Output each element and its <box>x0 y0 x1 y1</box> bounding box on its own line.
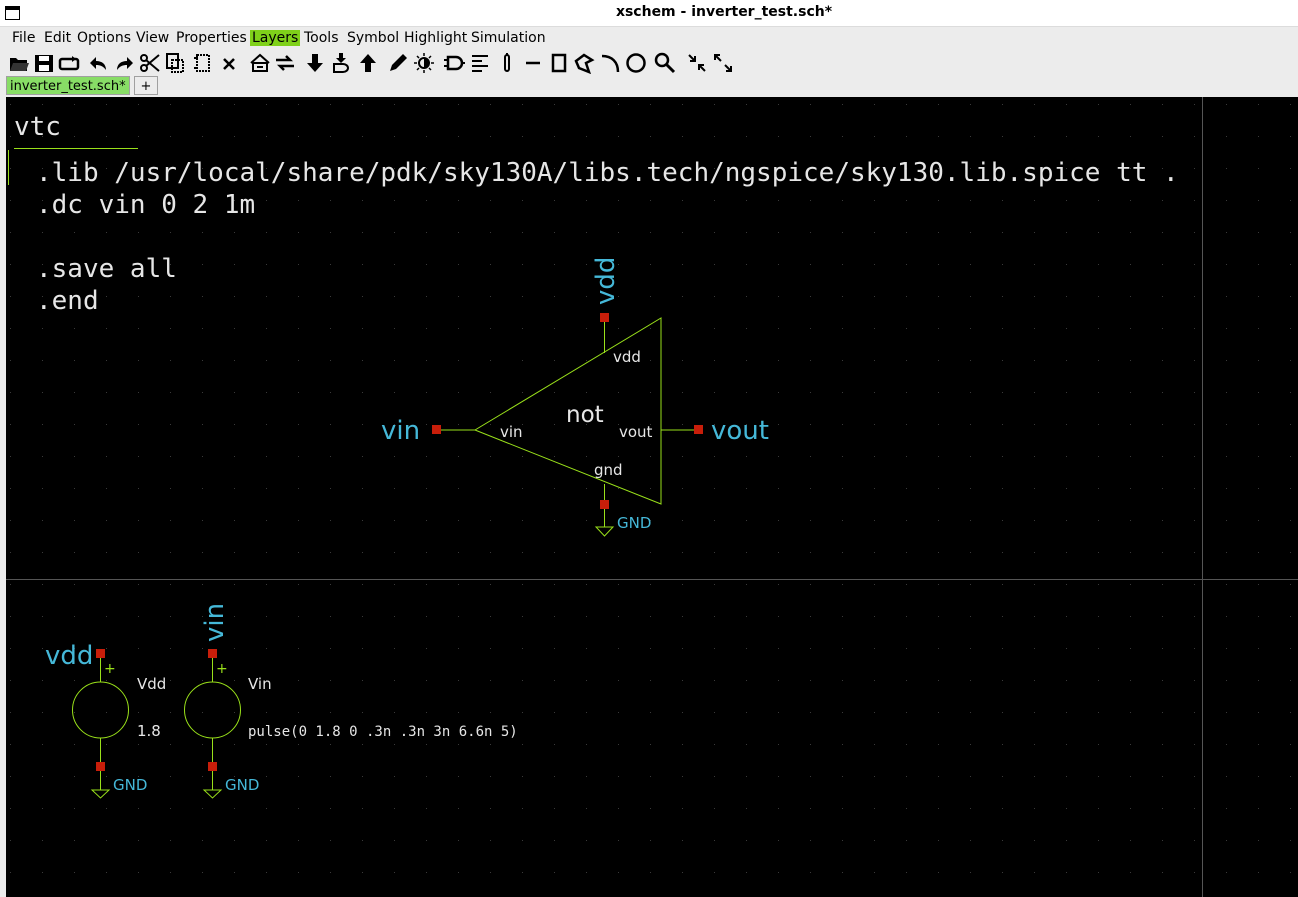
schematic-drawing: vtc .lib /usr/local/share/pdk/sky130A/li… <box>6 97 1298 897</box>
menu-tools[interactable]: Tools <box>304 30 339 46</box>
descend-icon[interactable] <box>304 52 326 74</box>
code-line-4: .save all <box>36 254 177 284</box>
menu-view[interactable]: View <box>136 30 169 46</box>
align-icon[interactable] <box>469 52 491 74</box>
pin-label-vout: vout <box>619 423 653 441</box>
zoom-in-icon[interactable] <box>686 52 708 74</box>
move-icon[interactable] <box>192 52 214 74</box>
arc-icon[interactable] <box>599 52 621 74</box>
netlist-title: vtc <box>14 112 61 142</box>
menu-options[interactable]: Options <box>77 30 131 46</box>
pin-label-vdd: vdd <box>613 348 641 366</box>
add-tab-button[interactable]: + <box>134 76 158 95</box>
vdd-source-name: Vdd <box>137 675 166 693</box>
vdd-source-pin-plus[interactable] <box>96 649 105 658</box>
inverter-name: not <box>566 402 604 428</box>
net-label-vout: vout <box>711 416 769 446</box>
tab-bar: inverter_test.sch* + <box>6 76 1298 96</box>
pin-label-vin: vin <box>500 423 523 441</box>
highlight-icon[interactable] <box>413 52 435 74</box>
edit-wire-icon[interactable] <box>387 52 409 74</box>
vdd-source-pin-minus[interactable] <box>96 762 105 771</box>
schematic-canvas[interactable]: vtc .lib /usr/local/share/pdk/sky130A/li… <box>6 97 1298 897</box>
reload-icon[interactable] <box>58 52 80 74</box>
vin-source-pin-minus[interactable] <box>208 762 217 771</box>
pin-square-vout[interactable] <box>694 425 703 434</box>
line-icon[interactable] <box>522 52 544 74</box>
redo-icon[interactable] <box>113 52 135 74</box>
toolbar <box>6 50 1298 76</box>
circle-icon[interactable] <box>625 52 647 74</box>
tab-inverter-test[interactable]: inverter_test.sch* <box>6 76 130 95</box>
zoom-icon[interactable] <box>654 52 676 74</box>
vin-source-gnd: GND <box>225 776 259 794</box>
net-label-gnd: GND <box>617 514 651 532</box>
menu-symbol[interactable]: Symbol <box>347 30 399 46</box>
menu-file[interactable]: File <box>12 30 35 46</box>
window-title: xschem - inverter_test.sch* <box>615 4 833 20</box>
open-icon[interactable] <box>8 52 30 74</box>
zoom-full-icon[interactable] <box>712 52 734 74</box>
vdd-source-net: vdd <box>45 641 93 671</box>
pin-square-vdd[interactable] <box>600 313 609 322</box>
push-icon[interactable] <box>249 52 271 74</box>
descend-symbol-icon[interactable] <box>330 52 352 74</box>
delete-icon[interactable] <box>218 52 240 74</box>
menu-properties[interactable]: Properties <box>176 30 247 46</box>
pin-icon[interactable] <box>496 52 518 74</box>
vdd-source-value: 1.8 <box>137 722 161 740</box>
vin-source-plus: + <box>216 661 228 677</box>
swap-icon[interactable] <box>274 52 296 74</box>
title-bar: xschem - inverter_test.sch* <box>0 0 1298 27</box>
menu-bar: File Edit Options View Properties Layers… <box>6 27 1298 49</box>
copy-icon[interactable] <box>164 52 186 74</box>
ascend-icon[interactable] <box>357 52 379 74</box>
menu-simulation[interactable]: Simulation <box>471 30 546 46</box>
save-icon[interactable] <box>33 52 55 74</box>
cut-icon[interactable] <box>139 52 161 74</box>
code-line-5: .end <box>36 286 99 316</box>
polygon-icon[interactable] <box>573 52 595 75</box>
undo-icon[interactable] <box>88 52 110 74</box>
vdd-source-plus: + <box>104 661 116 677</box>
vin-source-net: vin <box>200 603 230 642</box>
net-label-vdd: vdd <box>591 257 621 305</box>
vin-source-name: Vin <box>248 675 272 693</box>
menu-edit[interactable]: Edit <box>44 30 71 46</box>
menu-highlight[interactable]: Highlight <box>404 30 467 46</box>
vin-source-value: pulse(0 1.8 0 .3n .3n 3n 6.6n 5) <box>248 724 518 740</box>
code-line-1: .lib /usr/local/share/pdk/sky130A/libs.t… <box>36 158 1179 188</box>
vdd-source-gnd: GND <box>113 776 147 794</box>
net-label-vin: vin <box>381 416 420 446</box>
pin-square-vin[interactable] <box>432 425 441 434</box>
rect-icon[interactable] <box>548 52 570 74</box>
code-line-2: .dc vin 0 2 1m <box>36 190 255 220</box>
vin-source-pin-plus[interactable] <box>208 649 217 658</box>
pin-label-gnd: gnd <box>594 461 623 479</box>
pin-square-gnd[interactable] <box>600 500 609 509</box>
insert-symbol-icon[interactable] <box>443 52 465 74</box>
menu-layers[interactable]: Layers <box>250 30 301 46</box>
